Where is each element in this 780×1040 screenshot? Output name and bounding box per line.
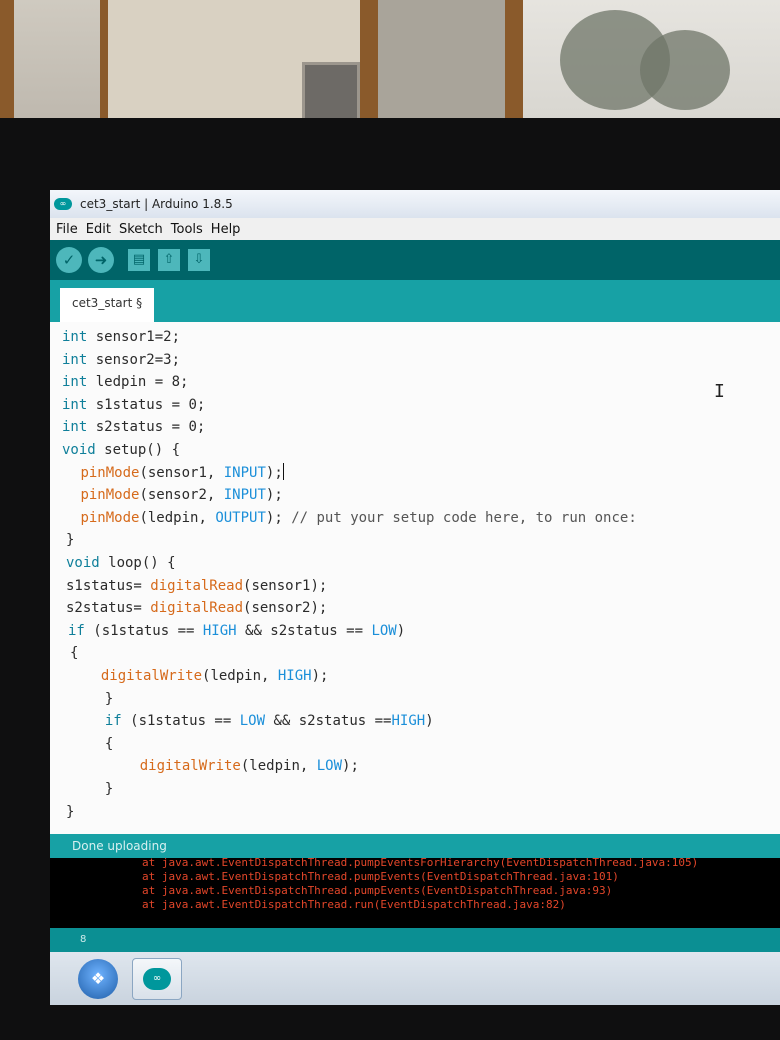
code-line: digitalWrite(ledpin, HIGH);: [100, 668, 329, 684]
toolbar: ✓ ➜ ▤ ⇧ ⇩: [50, 240, 780, 280]
window-frame: [100, 0, 108, 120]
text-caret: [282, 462, 284, 480]
console-line: at java.awt.EventDispatchThread.run(Even…: [142, 898, 566, 911]
code-line: int sensor2=3;: [62, 351, 181, 368]
code-line: if (s1status == HIGH && s2status == LOW): [68, 622, 406, 639]
taskbar-arduino-app[interactable]: ∞: [132, 957, 182, 1000]
building: [378, 0, 505, 120]
menu-edit[interactable]: Edit: [86, 222, 111, 237]
status-message: Done uploading: [72, 839, 167, 853]
start-button[interactable]: ❖: [78, 958, 118, 999]
console-footer: 8: [50, 928, 780, 952]
window-frame: [360, 0, 378, 120]
save-button[interactable]: ⇩: [188, 249, 210, 271]
arrow-up-icon: ⇧: [163, 252, 175, 267]
code-line: }: [88, 781, 114, 797]
code-line: if (s1status == LOW && s2status ==HIGH): [104, 713, 434, 730]
window-frame: [0, 0, 14, 120]
code-line: s1status= digitalRead(sensor1);: [66, 577, 328, 594]
console-line: at java.awt.EventDispatchThread.pumpEven…: [142, 870, 619, 883]
code-line: }: [88, 690, 114, 707]
title-bar: ∞ cet3_start | Arduino 1.8.5: [50, 190, 780, 218]
arduino-ide-window: ∞ cet3_start | Arduino 1.8.5 File Edit S…: [50, 190, 780, 1005]
text-cursor-icon: I: [714, 381, 725, 402]
arrow-right-icon: ➜: [94, 251, 108, 269]
console-output: at java.awt.EventDispatchThread.pumpEven…: [50, 858, 780, 928]
code-line: pinMode(ledpin, OUTPUT); // put your set…: [80, 509, 637, 526]
code-line: pinMode(sensor1, INPUT);: [80, 462, 284, 481]
arrow-down-icon: ⇩: [193, 252, 205, 267]
code-line: pinMode(sensor2, INPUT);: [80, 487, 283, 504]
tab-cet3-start[interactable]: cet3_start §: [60, 288, 155, 322]
upload-button[interactable]: ➜: [88, 247, 114, 273]
open-button[interactable]: ⇧: [158, 249, 180, 271]
code-line: digitalWrite(ledpin, LOW);: [139, 758, 359, 775]
tree: [640, 30, 730, 110]
menu-bar: File Edit Sketch Tools Help: [50, 218, 780, 240]
menu-sketch[interactable]: Sketch: [119, 222, 163, 237]
file-icon: ▤: [132, 252, 146, 267]
menu-tools[interactable]: Tools: [171, 222, 203, 237]
taskbar: ❖ ∞: [50, 952, 780, 1005]
console-line: at java.awt.EventDispatchThread.pumpEven…: [142, 884, 613, 897]
line-number: 8: [80, 934, 87, 945]
verify-button[interactable]: ✓: [56, 247, 82, 273]
code-line: int s1status = 0;: [62, 396, 206, 413]
arduino-infinity-icon: ∞: [54, 198, 72, 210]
code-line: int sensor1=2;: [62, 329, 181, 345]
code-line: s2status= digitalRead(sensor2);: [66, 600, 328, 617]
window-frame: [505, 0, 523, 120]
tab-bar: cet3_start §: [50, 280, 780, 322]
code-line: int ledpin = 8;: [62, 374, 189, 391]
window-title: cet3_start | Arduino 1.8.5: [80, 197, 233, 211]
menu-help[interactable]: Help: [211, 222, 241, 237]
code-line: }: [66, 803, 75, 820]
code-line: {: [88, 735, 114, 752]
code-line: }: [66, 532, 75, 549]
code-editor[interactable]: I int sensor1=2; int sensor2=3; int ledpin…: [50, 322, 780, 834]
building-window: [302, 62, 360, 123]
windows-logo-icon: ❖: [90, 968, 106, 988]
code-line: {: [70, 645, 79, 662]
code-line: void setup() {: [62, 442, 181, 458]
check-icon: ✓: [62, 251, 76, 269]
background-room: [0, 0, 780, 130]
status-bar: Done uploading: [50, 834, 780, 858]
code-line: void loop() {: [66, 555, 176, 571]
menu-file[interactable]: File: [56, 222, 78, 237]
console-line: at java.awt.EventDispatchThread.pumpEven…: [142, 858, 699, 869]
arduino-infinity-icon: ∞: [143, 967, 171, 990]
code-line: int s2status = 0;: [62, 419, 206, 436]
new-button[interactable]: ▤: [128, 249, 150, 271]
